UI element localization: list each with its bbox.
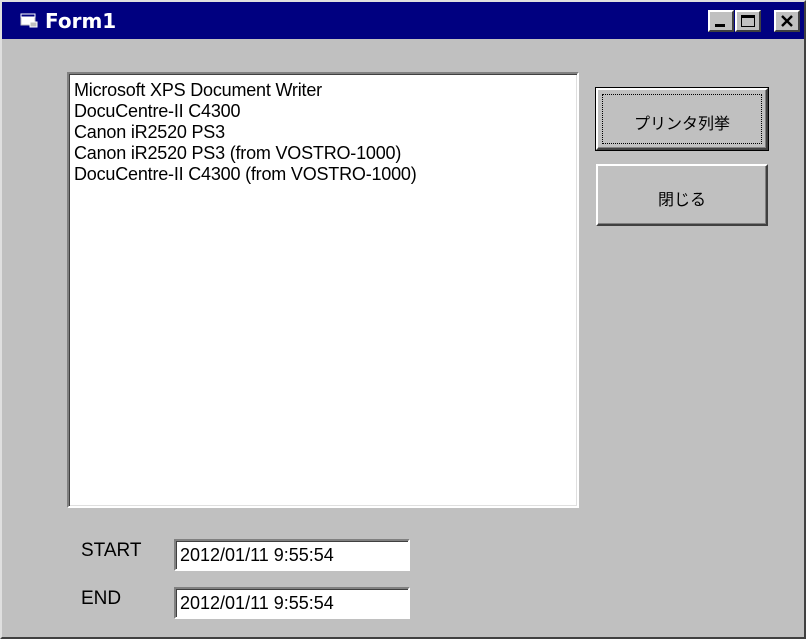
start-time-field[interactable]: 2012/01/11 9:55:54 (174, 539, 410, 571)
printer-listbox[interactable]: Microsoft XPS Document Writer DocuCentre… (67, 72, 579, 508)
form1-window: Form1 Microsoft XPS Document Writer Docu… (0, 0, 806, 639)
list-item[interactable]: Microsoft XPS Document Writer (74, 80, 417, 101)
list-item[interactable]: Canon iR2520 PS3 (from VOSTRO-1000) (74, 143, 417, 164)
close-icon (781, 15, 793, 27)
enumerate-printers-button[interactable]: プリンタ列挙 (595, 87, 769, 151)
title-bar[interactable]: Form1 (2, 2, 804, 39)
end-time-value: 2012/01/11 9:55:54 (180, 593, 334, 613)
minimize-button[interactable] (708, 10, 734, 32)
maximize-icon (741, 15, 755, 27)
close-button[interactable]: 閉じる (596, 164, 768, 226)
list-item[interactable]: DocuCentre-II C4300 (from VOSTRO-1000) (74, 164, 417, 185)
form-window-icon (20, 13, 38, 28)
list-item[interactable]: DocuCentre-II C4300 (74, 101, 417, 122)
end-time-field[interactable]: 2012/01/11 9:55:54 (174, 587, 410, 619)
end-label: END (81, 588, 122, 609)
list-item[interactable]: Canon iR2520 PS3 (74, 122, 417, 143)
minimize-icon (715, 24, 725, 27)
enumerate-printers-label: プリンタ列挙 (633, 116, 730, 133)
start-time-value: 2012/01/11 9:55:54 (180, 545, 334, 565)
start-label: START (81, 540, 142, 561)
close-button-label: 閉じる (657, 192, 706, 209)
close-window-button[interactable] (774, 10, 800, 32)
printer-list: Microsoft XPS Document Writer DocuCentre… (74, 80, 417, 185)
maximize-button[interactable] (735, 10, 761, 32)
window-title: Form1 (45, 9, 117, 33)
